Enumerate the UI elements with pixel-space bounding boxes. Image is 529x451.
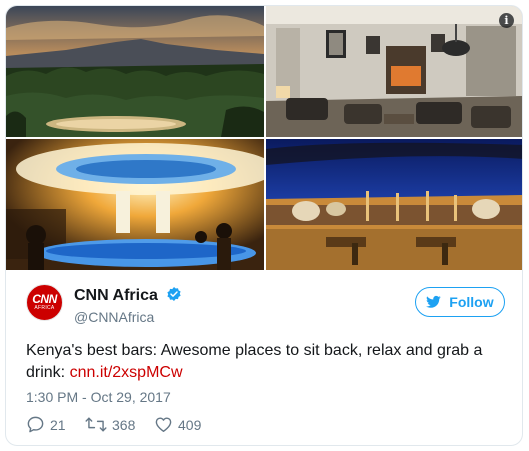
- display-name-text[interactable]: CNN Africa: [74, 287, 158, 304]
- like-count: 409: [178, 417, 202, 433]
- tweet-text: Kenya's best bars: Awesome places to sit…: [26, 340, 506, 384]
- retweet-icon: [85, 417, 107, 432]
- verified-badge-icon: [167, 287, 181, 301]
- info-icon[interactable]: i: [499, 13, 514, 28]
- avatar[interactable]: CNN AFRICA: [26, 284, 63, 321]
- follow-button[interactable]: Follow: [415, 287, 505, 317]
- reply-count: 21: [50, 417, 66, 433]
- tweet-card[interactable]: i CNN AFRICA CNN Africa @CNNAfrica Follo…: [5, 5, 523, 446]
- retweet-count: 368: [112, 417, 136, 433]
- tweet-timestamp[interactable]: 1:30 PM - Oct 29, 2017: [26, 389, 171, 405]
- like-button[interactable]: 409: [154, 415, 201, 435]
- mountain-landscape-photo[interactable]: [6, 6, 264, 137]
- reply-icon: [27, 416, 44, 433]
- heart-icon: [155, 417, 172, 432]
- follow-label: Follow: [449, 294, 494, 310]
- illuminated-bar-photo[interactable]: [6, 139, 264, 270]
- display-name[interactable]: CNN Africa: [74, 286, 182, 305]
- rooftop-terrace-photo[interactable]: [266, 139, 522, 270]
- user-handle[interactable]: @CNNAfrica: [74, 309, 154, 325]
- lounge-interior-photo[interactable]: [266, 6, 522, 137]
- tweet-actions: 21 368 409: [26, 415, 326, 435]
- twitter-bird-icon: [426, 295, 442, 308]
- tweet-link[interactable]: cnn.it/2xspMCw: [70, 364, 183, 381]
- avatar-logo-text: CNN: [32, 292, 57, 306]
- retweet-button[interactable]: 368: [85, 415, 135, 435]
- media-grid[interactable]: i: [6, 6, 522, 270]
- reply-button[interactable]: 21: [26, 415, 66, 435]
- author-header: CNN AFRICA CNN Africa @CNNAfrica Follow: [26, 284, 506, 325]
